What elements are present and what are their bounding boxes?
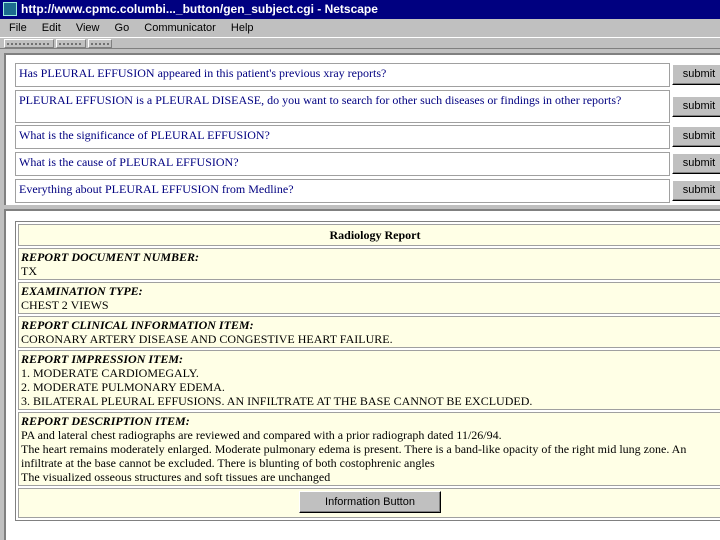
menu-file[interactable]: File [9,22,27,34]
submit-button[interactable]: submit [672,64,720,85]
netscape-icon [3,2,17,16]
field-value: CORONARY ARTERY DISEASE AND CONGESTIVE H… [21,332,393,346]
information-button-cell: Information Button [18,488,720,518]
menu-communicator[interactable]: Communicator [144,22,216,34]
examination-type-cell: EXAMINATION TYPE: CHEST 2 VIEWS [18,282,720,314]
question-row: Everything about PLEURAL EFFUSION from M… [15,179,670,203]
questions-frame: Has PLEURAL EFFUSION appeared in this pa… [4,53,720,205]
description-line: PA and lateral chest radiographs are rev… [21,428,502,442]
question-text: Everything about PLEURAL EFFUSION from M… [19,182,294,196]
question-text: What is the significance of PLEURAL EFFU… [19,128,270,142]
question-text: Has PLEURAL EFFUSION appeared in this pa… [19,66,387,80]
impression-line: 1. MODERATE CARDIOMEGALY. [21,366,199,380]
toolbar-tab-location[interactable] [56,39,86,48]
field-label: REPORT DESCRIPTION ITEM: [21,414,190,428]
question-row: PLEURAL EFFUSION is a PLEURAL DISEASE, d… [15,90,670,123]
impression-line: 3. BILATERAL PLEURAL EFFUSIONS. AN INFIL… [21,394,533,408]
menu-view[interactable]: View [76,22,100,34]
report-frame: Radiology Report REPORT DOCUMENT NUMBER:… [4,209,720,540]
field-label: EXAMINATION TYPE: [21,284,143,298]
field-label: REPORT IMPRESSION ITEM: [21,352,184,366]
field-label: REPORT CLINICAL INFORMATION ITEM: [21,318,254,332]
question-text: PLEURAL EFFUSION is a PLEURAL DISEASE, d… [19,93,622,107]
submit-button[interactable]: submit [672,96,720,117]
report-document-number-cell: REPORT DOCUMENT NUMBER: TX [18,248,720,280]
information-button[interactable]: Information Button [299,491,441,513]
question-row: What is the cause of PLEURAL EFFUSION? [15,152,670,176]
report-table: Radiology Report REPORT DOCUMENT NUMBER:… [15,221,720,521]
collapsed-toolbars [0,37,720,49]
description-line: infiltrate at the base cannot be exclude… [21,456,435,470]
description-line: The visualized osseous structures and so… [21,470,331,484]
submit-button[interactable]: submit [672,126,720,147]
menu-go[interactable]: Go [115,22,130,34]
impression-line: 2. MODERATE PULMONARY EDEMA. [21,380,225,394]
field-value: CHEST 2 VIEWS [21,298,109,312]
description-line: The heart remains moderately enlarged. M… [21,442,687,456]
menu-edit[interactable]: Edit [42,22,61,34]
submit-button[interactable]: submit [672,180,720,201]
question-row: Has PLEURAL EFFUSION appeared in this pa… [15,63,670,87]
field-label: REPORT DOCUMENT NUMBER: [21,250,200,264]
menu-help[interactable]: Help [231,22,254,34]
report-title: Radiology Report [18,224,720,246]
menu-bar: File Edit View Go Communicator Help [0,19,720,37]
impression-cell: REPORT IMPRESSION ITEM: 1. MODERATE CARD… [18,350,720,410]
toolbar-tab-navigation[interactable] [4,39,54,48]
window-title: http://www.cpmc.columbi..._button/gen_su… [21,2,378,16]
clinical-information-cell: REPORT CLINICAL INFORMATION ITEM: CORONA… [18,316,720,348]
submit-button[interactable]: submit [672,153,720,174]
question-text: What is the cause of PLEURAL EFFUSION? [19,155,239,169]
field-value: TX [21,264,37,278]
toolbar-tab-personal[interactable] [88,39,112,48]
question-row: What is the significance of PLEURAL EFFU… [15,125,670,149]
window-titlebar: http://www.cpmc.columbi..._button/gen_su… [0,0,720,19]
description-cell: REPORT DESCRIPTION ITEM: PA and lateral … [18,412,720,486]
